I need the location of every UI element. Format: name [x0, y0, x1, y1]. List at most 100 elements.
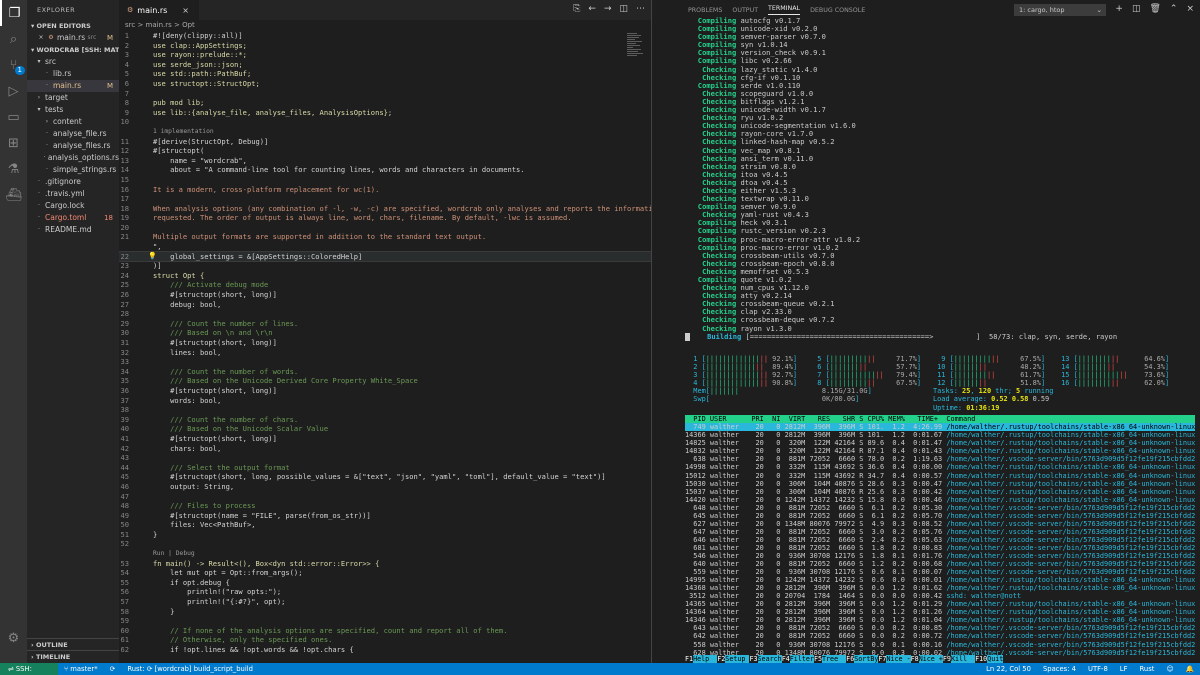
process-row[interactable]: 749 walther 20 0 2812M 396M 396M S 101. … — [685, 423, 1195, 432]
process-row[interactable]: 14368 walther 20 0 2812M 396M 396M S 0.0… — [685, 584, 1195, 592]
tab-debug-console[interactable]: DEBUG CONSOLE — [810, 7, 865, 14]
function-key-label[interactable]: Nice - — [886, 655, 911, 663]
function-key[interactable]: F4 — [782, 655, 790, 663]
code-line[interactable]: 44 /// Select the output format — [119, 463, 651, 473]
tree-item[interactable]: · .travis.yml — [27, 188, 119, 200]
code-line[interactable]: 2 use clap::AppSettings; — [119, 41, 651, 51]
code-line[interactable]: 38 — [119, 405, 651, 415]
process-row[interactable]: 546 walther 20 0 936M 30708 12176 S 1.8 … — [685, 552, 1195, 560]
more-actions-icon[interactable]: ⋯ — [636, 4, 645, 14]
terminal-cargo[interactable]: Compiling autocfg v0.1.7 Compiling unico… — [685, 16, 1117, 341]
code-line[interactable]: 4 use serde_json::json; — [119, 60, 651, 70]
function-key[interactable]: F10 — [975, 655, 987, 663]
close-tab-icon[interactable]: × — [182, 6, 189, 15]
code-line[interactable]: 54 let mut opt = Opt::from_args(); — [119, 568, 651, 578]
function-key-label[interactable]: Quit — [987, 655, 1004, 663]
process-row[interactable]: 14366 walther 20 0 2812M 396M 396M S 101… — [685, 431, 1195, 439]
function-key-label[interactable]: SortBy — [854, 655, 879, 663]
code-line[interactable]: 49 #[structopt(name = "FILE", parse(from… — [119, 511, 651, 521]
code-line[interactable]: 25 /// Activate debug mode — [119, 280, 651, 290]
code-line[interactable]: 11 #[derive(StructOpt, Debug)] — [119, 137, 651, 147]
code-line[interactable]: 34 /// Count the number of words. — [119, 367, 651, 377]
tree-item[interactable]: · Cargo.toml 18 — [27, 212, 119, 224]
process-row[interactable]: 648 walther 20 0 881M 72052 6660 S 6.1 0… — [685, 504, 1195, 512]
workspace-header[interactable]: ▾ WORDCRAB [SSH: MATCHA] — [27, 44, 119, 56]
process-row[interactable]: 14825 walther 20 0 320M 122M 42164 S 89.… — [685, 439, 1195, 447]
code-line[interactable]: 50 files: Vec<PathBuf>, — [119, 520, 651, 530]
code-line[interactable]: 59 — [119, 616, 651, 626]
code-area[interactable]: 1 #![deny(clippy::all)] 2 use clap::AppSett… — [119, 31, 651, 655]
tree-item[interactable]: · .gitignore — [27, 176, 119, 188]
function-key-label[interactable]: Filter — [789, 655, 814, 663]
tree-item[interactable]: · analyse_file.rs — [27, 128, 119, 140]
process-row[interactable]: 647 walther 20 0 881M 72052 6660 S 3.0 0… — [685, 528, 1195, 536]
process-row[interactable]: 645 walther 20 0 881M 72052 6660 S 6.1 0… — [685, 512, 1195, 520]
code-line[interactable]: ", — [119, 242, 651, 252]
code-line[interactable]: 55 if opt.debug { — [119, 578, 651, 588]
process-row[interactable]: 14832 walther 20 0 320M 122M 42164 R 87.… — [685, 447, 1195, 455]
code-line[interactable]: 42 chars: bool, — [119, 444, 651, 454]
code-line[interactable]: 28 — [119, 309, 651, 319]
tab-main-rs[interactable]: ⚙ main.rs × — [119, 0, 199, 20]
code-line[interactable]: 23)] — [119, 261, 651, 271]
tree-item[interactable]: · simple_strings.rs — [27, 164, 119, 176]
breadcrumb[interactable]: src > main.rs > Opt — [119, 20, 651, 31]
open-editor-main-rs[interactable]: × ⚙ main.rs src M — [27, 32, 119, 44]
terminal-htop[interactable]: 1 [||||||||||||||| 92.1%] 5 [|||||||||||… — [685, 355, 1195, 657]
tab-terminal[interactable]: TERMINAL — [768, 5, 801, 15]
notifications-icon[interactable]: 🔔 — [1180, 663, 1200, 675]
code-line[interactable]: 21 Multiple output formats are supported … — [119, 232, 651, 242]
code-lens[interactable]: 1 implementation — [119, 127, 651, 137]
process-row[interactable]: 643 walther 20 0 881M 72052 6660 S 0.0 0… — [685, 624, 1195, 632]
remote-explorer-icon[interactable]: ▭ — [0, 104, 27, 130]
process-row[interactable]: 642 walther 20 0 881M 72052 6660 S 0.0 0… — [685, 632, 1195, 640]
code-line[interactable]: 18 When analysis options (any combination… — [119, 204, 651, 214]
encoding[interactable]: UTF-8 — [1082, 663, 1114, 675]
code-line[interactable]: 1 #![deny(clippy::all)] — [119, 31, 651, 41]
code-line[interactable]: 43 — [119, 453, 651, 463]
lightbulb-icon[interactable]: 💡 — [148, 252, 157, 262]
tree-item[interactable]: · main.rs M — [27, 80, 119, 92]
feedback-icon[interactable]: ☺ — [1160, 663, 1179, 675]
process-row[interactable]: 15037 walther 20 0 306M 104M 40876 R 25.… — [685, 488, 1195, 496]
sync-icon[interactable]: ⟳ — [104, 663, 122, 675]
split-terminal-icon[interactable]: ◫ — [1132, 4, 1141, 14]
code-line[interactable]: 17 — [119, 194, 651, 204]
tree-item[interactable]: · README.md — [27, 224, 119, 236]
explorer-icon[interactable]: ❐ — [0, 0, 27, 26]
code-line[interactable]: 47 — [119, 492, 651, 502]
open-editors-header[interactable]: ▾ OPEN EDITORS — [27, 20, 119, 32]
process-row[interactable]: 14365 walther 20 0 2812M 396M 396M S 0.0… — [685, 600, 1195, 608]
code-line[interactable]: 36 #[structopt(short, long)] — [119, 386, 651, 396]
process-row[interactable]: 559 walther 20 0 936M 30708 12176 S 0.6 … — [685, 568, 1195, 576]
process-row[interactable]: 558 walther 20 0 936M 30708 12176 S 0.0 … — [685, 641, 1195, 649]
code-line[interactable]: 31 #[structopt(short, long)] — [119, 338, 651, 348]
code-line[interactable]: 35 /// Based on the Unicode Derived Core… — [119, 376, 651, 386]
tab-problems[interactable]: PROBLEMS — [688, 7, 722, 14]
code-line[interactable]: 39 /// Count the number of chars. — [119, 415, 651, 425]
minimap[interactable] — [627, 32, 643, 92]
code-line[interactable]: 13 name = "wordcrab", — [119, 156, 651, 166]
code-lens[interactable]: Run | Debug — [119, 549, 651, 559]
extensions-icon[interactable]: ⊞ — [0, 130, 27, 156]
code-line[interactable]: 5 use std::path::PathBuf; — [119, 69, 651, 79]
go-back-icon[interactable]: ← — [588, 4, 596, 14]
function-key-label[interactable]: Search — [757, 655, 782, 663]
process-row[interactable]: 638 walther 20 0 881M 72052 6660 S 78.0 … — [685, 455, 1195, 463]
tree-item[interactable]: · analysis_options.rs — [27, 152, 119, 164]
code-line[interactable]: 9 use lib::{analyse_file, analyse_files, … — [119, 108, 651, 118]
split-editor-icon[interactable]: ◫ — [619, 4, 628, 14]
process-row[interactable]: 627 walther 20 0 1348M 80076 79972 S 4.9… — [685, 520, 1195, 528]
kill-terminal-icon[interactable]: 🗑 — [1149, 4, 1160, 14]
code-line[interactable]: 14 about = "A command-line tool for coun… — [119, 165, 651, 175]
timeline-section[interactable]: › TIMELINE — [27, 650, 119, 662]
process-row[interactable]: 14995 walther 20 0 1242M 14372 14232 S 0… — [685, 576, 1195, 584]
function-key[interactable]: F1 — [685, 655, 693, 663]
code-line[interactable]: 7 — [119, 89, 651, 99]
process-row[interactable]: 14998 walther 20 0 332M 115M 43692 S 36.… — [685, 463, 1195, 471]
code-line[interactable]: 41 #[structopt(short, long)] — [119, 434, 651, 444]
code-line[interactable]: 3 use rayon::prelude::*; — [119, 50, 651, 60]
function-key[interactable]: F9 — [943, 655, 951, 663]
code-line[interactable]: 61 // Otherwise, only the specified ones… — [119, 635, 651, 645]
outline-section[interactable]: › OUTLINE — [27, 638, 119, 650]
